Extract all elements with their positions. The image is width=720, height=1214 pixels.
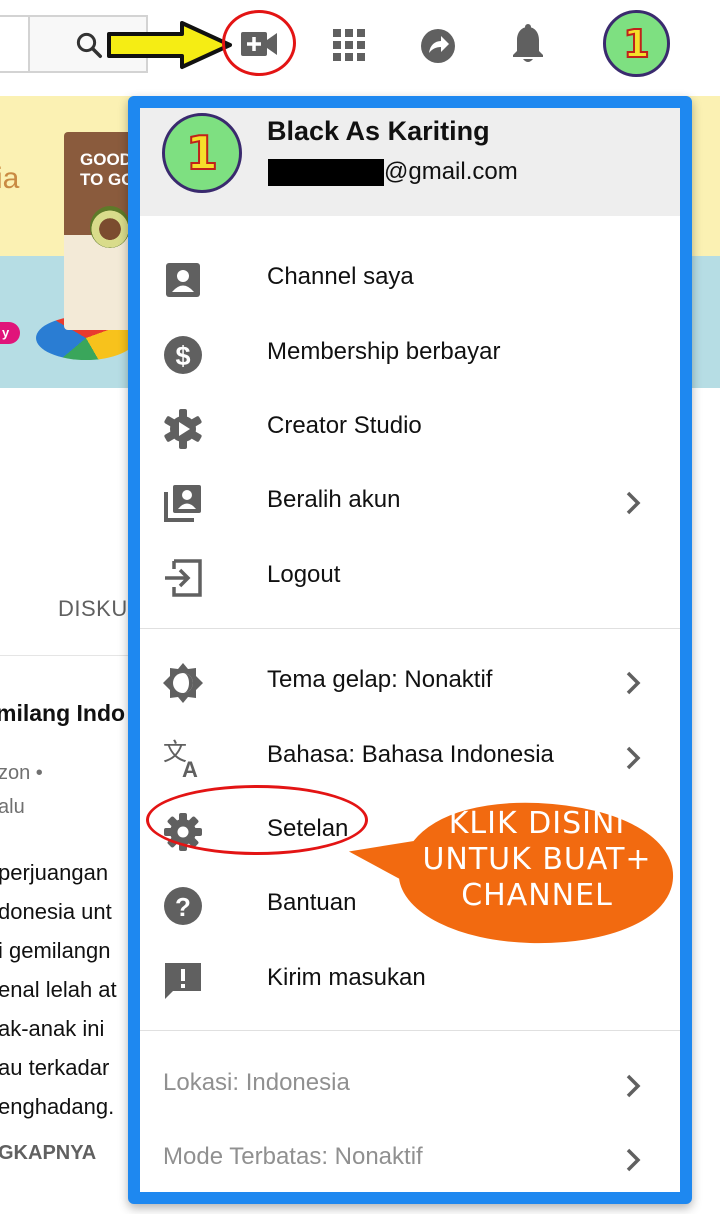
chevron-right-icon (626, 671, 641, 695)
chevron-right-icon (626, 491, 641, 515)
apps-grid-icon[interactable] (333, 29, 365, 61)
description-line: au terkadar (0, 1055, 110, 1080)
video-upload-icon[interactable] (240, 28, 278, 60)
banner-text: ia (0, 162, 20, 195)
email-redaction (268, 158, 384, 186)
account-box-icon (166, 263, 200, 297)
menu-divider (140, 628, 680, 629)
chevron-right-icon (626, 1074, 641, 1098)
menu-item-channel-saya[interactable]: Channel saya (140, 243, 680, 315)
description-line: donesia unt (0, 899, 112, 924)
gear-play-icon (164, 409, 202, 449)
description-line: perjuangan (0, 860, 109, 885)
share-icon[interactable] (420, 28, 456, 64)
tab-discussion[interactable]: DISKU (58, 596, 128, 622)
description-line: ak-anak ini (0, 1016, 105, 1041)
switch-account-icon (164, 485, 201, 522)
menu-item-dark-theme[interactable]: Tema gelap: Nonaktif (140, 646, 680, 718)
account-avatar[interactable]: 1 (603, 10, 670, 77)
menu-item-label: Membership berbayar (267, 338, 501, 365)
menu-item-label: Beralih akun (267, 486, 401, 513)
menu-item-feedback[interactable]: Kirim masukan (140, 944, 680, 1016)
chevron-right-icon (626, 1148, 641, 1172)
video-meta: alu (0, 796, 25, 818)
email-domain: @gmail.com (384, 158, 518, 185)
svg-text:$: $ (175, 341, 190, 371)
menu-item-membership[interactable]: $ Membership berbayar (140, 318, 680, 390)
top-bar: 1 (0, 0, 720, 96)
search-input[interactable] (0, 15, 30, 73)
user-name: Black As Kariting (267, 116, 490, 146)
description-line: i gemilangn (0, 938, 111, 963)
video-meta: zon • (0, 762, 43, 784)
annotation-arrow (107, 21, 232, 69)
menu-item-label: Channel saya (267, 263, 414, 290)
menu-item-language[interactable]: 文A Bahasa: Bahasa Indonesia (140, 721, 680, 793)
help-icon: ? (164, 887, 202, 925)
menu-divider (140, 1030, 680, 1031)
avocado-image (90, 206, 130, 248)
user-email: @gmail.com (268, 154, 518, 190)
avatar: 1 (162, 113, 242, 193)
callout-text: KLIK DISINI UNTUK BUAT+ CHANNEL (408, 806, 666, 914)
menu-item-switch-account[interactable]: Beralih akun (140, 466, 680, 538)
menu-item-restricted-mode[interactable]: Mode Terbatas: Nonaktif (140, 1123, 680, 1192)
menu-item-label: Bantuan (267, 889, 357, 916)
menu-item-creator-studio[interactable]: Creator Studio (140, 392, 680, 464)
menu-item-label: Logout (267, 561, 341, 588)
callout-line: CHANNEL (461, 878, 613, 913)
dark-theme-icon (163, 663, 203, 703)
svg-text:A: A (182, 757, 198, 779)
annotation-circle (146, 785, 368, 855)
logout-icon (165, 559, 202, 597)
description-line: enghadang. (0, 1094, 115, 1119)
menu-item-label: Tema gelap: Nonaktif (267, 666, 493, 693)
video-title: milang Indo (0, 700, 126, 726)
account-menu: 1 Black As Kariting @gmail.com Channel s… (128, 96, 692, 1204)
callout-line: UNTUK BUAT+ (422, 842, 652, 877)
show-more-link[interactable]: GKAPNYA (0, 1142, 96, 1165)
menu-item-location[interactable]: Lokasi: Indonesia (140, 1049, 680, 1121)
menu-item-label: Creator Studio (267, 412, 422, 439)
svg-text:?: ? (175, 892, 191, 922)
notifications-bell-icon[interactable] (512, 24, 544, 64)
avatar-number: 1 (622, 21, 650, 66)
search-icon (76, 32, 102, 58)
chevron-right-icon (626, 746, 641, 770)
description-line: enal lelah at (0, 977, 117, 1002)
menu-item-logout[interactable]: Logout (140, 541, 680, 613)
avatar-number: 1 (185, 126, 219, 180)
account-header: 1 Black As Kariting @gmail.com (140, 108, 680, 216)
menu-item-label: Lokasi: Indonesia (163, 1069, 350, 1096)
dollar-circle-icon: $ (164, 336, 202, 374)
callout-line: KLIK DISINI (448, 806, 626, 841)
translate-icon: 文A (163, 738, 198, 779)
menu-item-label: Kirim masukan (267, 964, 426, 991)
menu-item-label: Bahasa: Bahasa Indonesia (267, 741, 554, 768)
divider (0, 655, 130, 656)
feedback-icon (165, 963, 201, 999)
menu-item-label: Mode Terbatas: Nonaktif (163, 1143, 423, 1170)
